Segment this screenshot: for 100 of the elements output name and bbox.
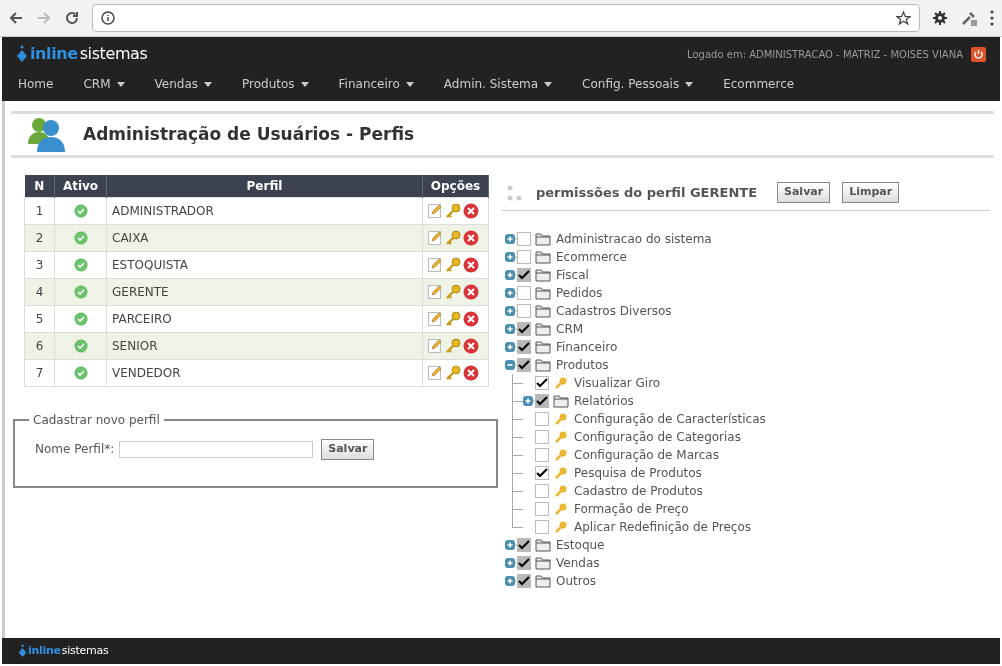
profile-name-input[interactable]: [119, 440, 314, 458]
folder-icon: [535, 304, 551, 318]
save-button[interactable]: Salvar: [777, 182, 831, 203]
menu-item[interactable]: Config. Pessoais: [582, 75, 694, 93]
pencil-icon[interactable]: [428, 338, 443, 353]
tree-item-label[interactable]: Cadastros Diversos: [556, 302, 672, 320]
tree-item-label[interactable]: Fiscal: [556, 266, 589, 284]
pencil-icon[interactable]: [428, 284, 443, 299]
checkbox[interactable]: [517, 538, 531, 552]
checkbox[interactable]: [535, 430, 549, 444]
checkbox[interactable]: [535, 376, 549, 390]
tree-item-label[interactable]: Configuração de Marcas: [574, 446, 719, 464]
back-arrow-icon[interactable]: [8, 10, 24, 26]
expand-icon[interactable]: [505, 576, 517, 586]
logo-text: inline: [30, 43, 78, 65]
reload-icon[interactable]: [64, 10, 80, 26]
tree-item-label[interactable]: Administracao do sistema: [556, 230, 712, 248]
tree-item-label[interactable]: Configuração de Categorias: [574, 428, 741, 446]
checkbox[interactable]: [517, 340, 531, 354]
tree-item-label[interactable]: CRM: [556, 320, 584, 338]
save-button[interactable]: Salvar: [321, 438, 375, 460]
key-icon[interactable]: [445, 337, 461, 354]
expand-icon[interactable]: [505, 324, 517, 334]
delete-icon[interactable]: [463, 229, 479, 246]
folder-icon: [535, 232, 551, 246]
delete-icon[interactable]: [463, 283, 479, 300]
tree-item-label[interactable]: Cadastro de Produtos: [574, 482, 703, 500]
tree-item-label[interactable]: Pedidos: [556, 284, 603, 302]
settings-icon[interactable]: [932, 10, 948, 26]
expand-icon[interactable]: [505, 234, 517, 244]
eyedropper-icon[interactable]: [960, 9, 978, 27]
tree-item-label[interactable]: Pesquisa de Produtos: [574, 464, 702, 482]
tree-item-label[interactable]: Formação de Preço: [574, 500, 689, 518]
expand-icon[interactable]: [505, 252, 517, 262]
key-icon[interactable]: [445, 202, 461, 219]
tree-item-label[interactable]: Estoque: [556, 536, 605, 554]
menu-item[interactable]: Produtos: [242, 75, 309, 93]
delete-icon[interactable]: [463, 256, 479, 273]
tree-item-label[interactable]: Ecommerce: [556, 248, 627, 266]
expand-icon[interactable]: [505, 270, 517, 280]
delete-icon[interactable]: [463, 364, 479, 381]
pencil-icon[interactable]: [428, 311, 443, 326]
checkbox[interactable]: [517, 556, 531, 570]
menu-item[interactable]: Vendas: [154, 75, 212, 93]
tree-item-label[interactable]: Outros: [556, 572, 597, 590]
checkbox[interactable]: [517, 304, 531, 318]
tree-item-label[interactable]: Visualizar Giro: [574, 374, 661, 392]
pencil-icon[interactable]: [428, 257, 443, 272]
checkbox[interactable]: [517, 358, 531, 372]
checkbox[interactable]: [517, 232, 531, 246]
expand-icon[interactable]: [505, 540, 517, 550]
menu-item[interactable]: Ecommerce: [723, 75, 795, 93]
tree-item-label[interactable]: Produtos: [556, 356, 609, 374]
checkbox[interactable]: [535, 502, 549, 516]
folder-icon: [535, 286, 551, 300]
table-cell: CAIXA: [106, 224, 423, 251]
pencil-icon[interactable]: [428, 230, 443, 245]
menu-item[interactable]: CRM: [83, 75, 125, 93]
delete-icon[interactable]: [463, 202, 479, 219]
checkbox[interactable]: [535, 394, 549, 408]
checkbox[interactable]: [535, 412, 549, 426]
expand-icon[interactable]: [505, 342, 517, 352]
menu-item[interactable]: Admin. Sistema: [443, 75, 553, 93]
checkbox[interactable]: [535, 520, 549, 534]
star-icon[interactable]: [896, 10, 911, 26]
key-icon[interactable]: [445, 283, 461, 300]
key-icon[interactable]: [445, 256, 461, 273]
key-icon: [553, 448, 569, 462]
pencil-icon[interactable]: [428, 365, 443, 380]
checkbox[interactable]: [517, 250, 531, 264]
tree-item-label[interactable]: Relatórios: [574, 392, 634, 410]
checkbox[interactable]: [517, 574, 531, 588]
checkbox[interactable]: [517, 286, 531, 300]
checkbox[interactable]: [535, 448, 549, 462]
checkbox[interactable]: [517, 268, 531, 282]
key-icon[interactable]: [445, 229, 461, 246]
expand-icon[interactable]: [505, 288, 517, 298]
power-icon[interactable]: [971, 46, 986, 62]
expand-icon[interactable]: [505, 306, 517, 316]
menu-item[interactable]: Financeiro: [338, 75, 414, 93]
pencil-icon[interactable]: [428, 203, 443, 218]
checkbox[interactable]: [535, 484, 549, 498]
expand-icon[interactable]: [523, 396, 535, 406]
expand-icon[interactable]: [505, 558, 517, 568]
checkbox[interactable]: [535, 466, 549, 480]
key-icon[interactable]: [445, 364, 461, 381]
tree-item-label[interactable]: Configuração de Características: [574, 410, 766, 428]
tree-item-label[interactable]: Financeiro: [556, 338, 618, 356]
more-menu-icon[interactable]: [990, 10, 994, 26]
collapse-icon[interactable]: [505, 360, 517, 370]
menu-item[interactable]: Home: [18, 75, 54, 93]
tree-item-label[interactable]: Vendas: [556, 554, 600, 572]
key-icon[interactable]: [445, 310, 461, 327]
delete-icon[interactable]: [463, 337, 479, 354]
checkbox[interactable]: [517, 322, 531, 336]
info-icon[interactable]: [101, 11, 115, 25]
logo-icon: [16, 45, 28, 63]
delete-icon[interactable]: [463, 310, 479, 327]
tree-item-label[interactable]: Aplicar Redefinição de Preços: [574, 518, 752, 536]
clear-button[interactable]: Limpar: [842, 182, 900, 203]
